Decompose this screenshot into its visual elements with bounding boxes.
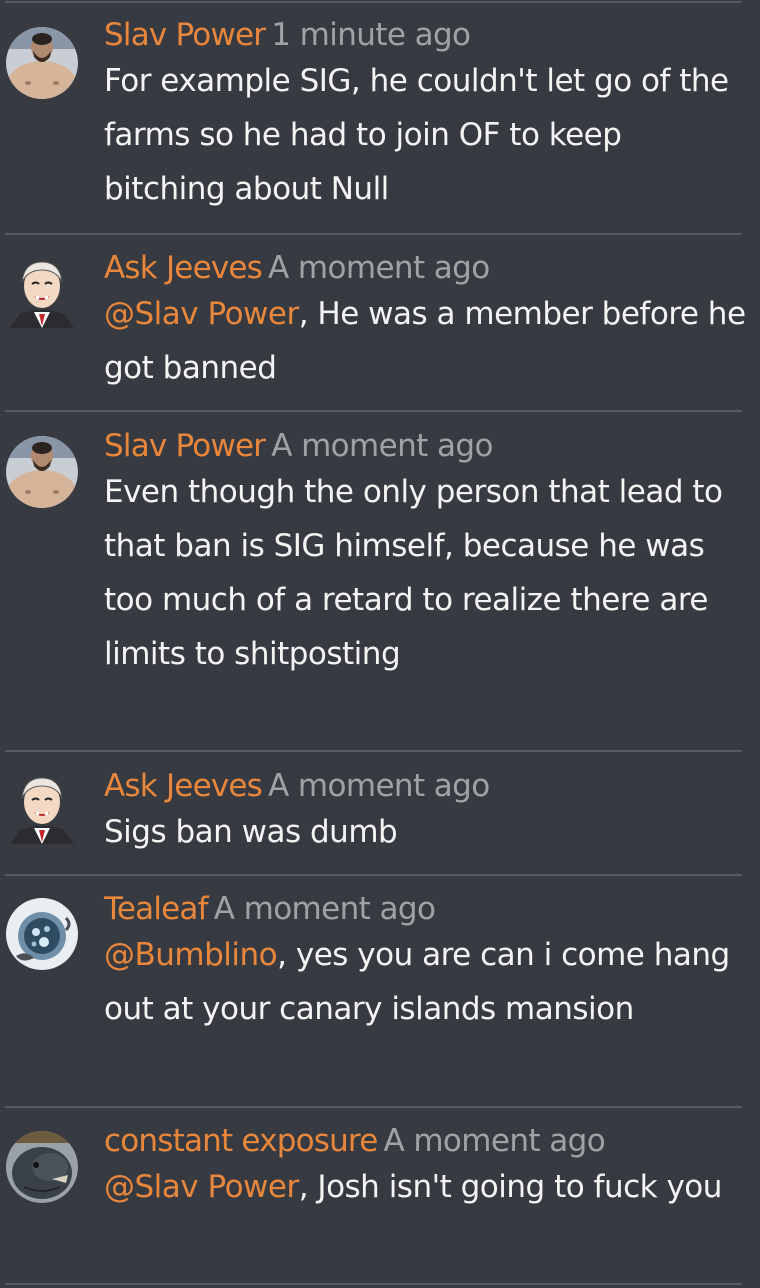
comment-body: Sigs ban was dumb: [104, 814, 398, 850]
author-name[interactable]: Slav Power: [104, 428, 266, 464]
comment-text: Even though the only person that lead to…: [104, 465, 746, 681]
comment-divider: [5, 1, 742, 3]
anime-butler-avatar-icon[interactable]: [6, 772, 78, 844]
comment-meta: Slav Power 1 minute ago: [104, 16, 746, 54]
comment-divider: [5, 750, 742, 752]
comment-text: For example SIG, he couldn't let go of t…: [104, 54, 746, 216]
timestamp[interactable]: A moment ago: [214, 891, 436, 927]
timestamp[interactable]: A moment ago: [268, 768, 490, 804]
mention-link[interactable]: @Bumblino: [104, 937, 278, 973]
timestamp[interactable]: A moment ago: [268, 250, 490, 286]
comment-text: @Slav Power, Josh isn't going to fuck yo…: [104, 1160, 746, 1214]
comment-divider: [5, 1283, 742, 1285]
author-name[interactable]: constant exposure: [104, 1123, 378, 1159]
author-name[interactable]: Slav Power: [104, 17, 266, 53]
anime-butler-avatar-icon[interactable]: [6, 256, 78, 328]
comment-divider: [5, 874, 742, 876]
timestamp[interactable]: 1 minute ago: [271, 17, 471, 53]
comment-text: @Bumblino, yes you are can i come hang o…: [104, 928, 746, 1036]
bearded-man-avatar-icon[interactable]: [6, 436, 78, 508]
author-name[interactable]: Ask Jeeves: [104, 250, 263, 286]
comment-divider: [5, 1106, 742, 1108]
comment-divider: [5, 410, 742, 412]
comment-meta: Slav Power A moment ago: [104, 427, 746, 465]
comment-meta: Ask Jeeves A moment ago: [104, 249, 746, 287]
comment-meta: Tealeaf A moment ago: [104, 890, 746, 928]
author-name[interactable]: Ask Jeeves: [104, 768, 263, 804]
comment-divider: [5, 233, 742, 235]
comment-meta: constant exposure A moment ago: [104, 1122, 746, 1160]
bearded-man-avatar-icon[interactable]: [6, 27, 78, 99]
comment-body: , Josh isn't going to fuck you: [298, 1169, 723, 1205]
timestamp[interactable]: A moment ago: [383, 1123, 605, 1159]
timestamp[interactable]: A moment ago: [271, 428, 493, 464]
comment-body: For example SIG, he couldn't let go of t…: [104, 63, 729, 207]
comment-text: @Slav Power, He was a member before he g…: [104, 287, 746, 395]
comment-meta: Ask Jeeves A moment ago: [104, 767, 746, 805]
author-name[interactable]: Tealeaf: [104, 891, 209, 927]
comment-body: Even though the only person that lead to…: [104, 474, 723, 672]
comment-text: Sigs ban was dumb: [104, 805, 746, 859]
mention-link[interactable]: @Slav Power: [104, 1169, 299, 1205]
teacup-avatar-icon[interactable]: [6, 898, 78, 970]
mention-link[interactable]: @Slav Power: [104, 296, 299, 332]
creature-avatar-icon[interactable]: [6, 1131, 78, 1203]
